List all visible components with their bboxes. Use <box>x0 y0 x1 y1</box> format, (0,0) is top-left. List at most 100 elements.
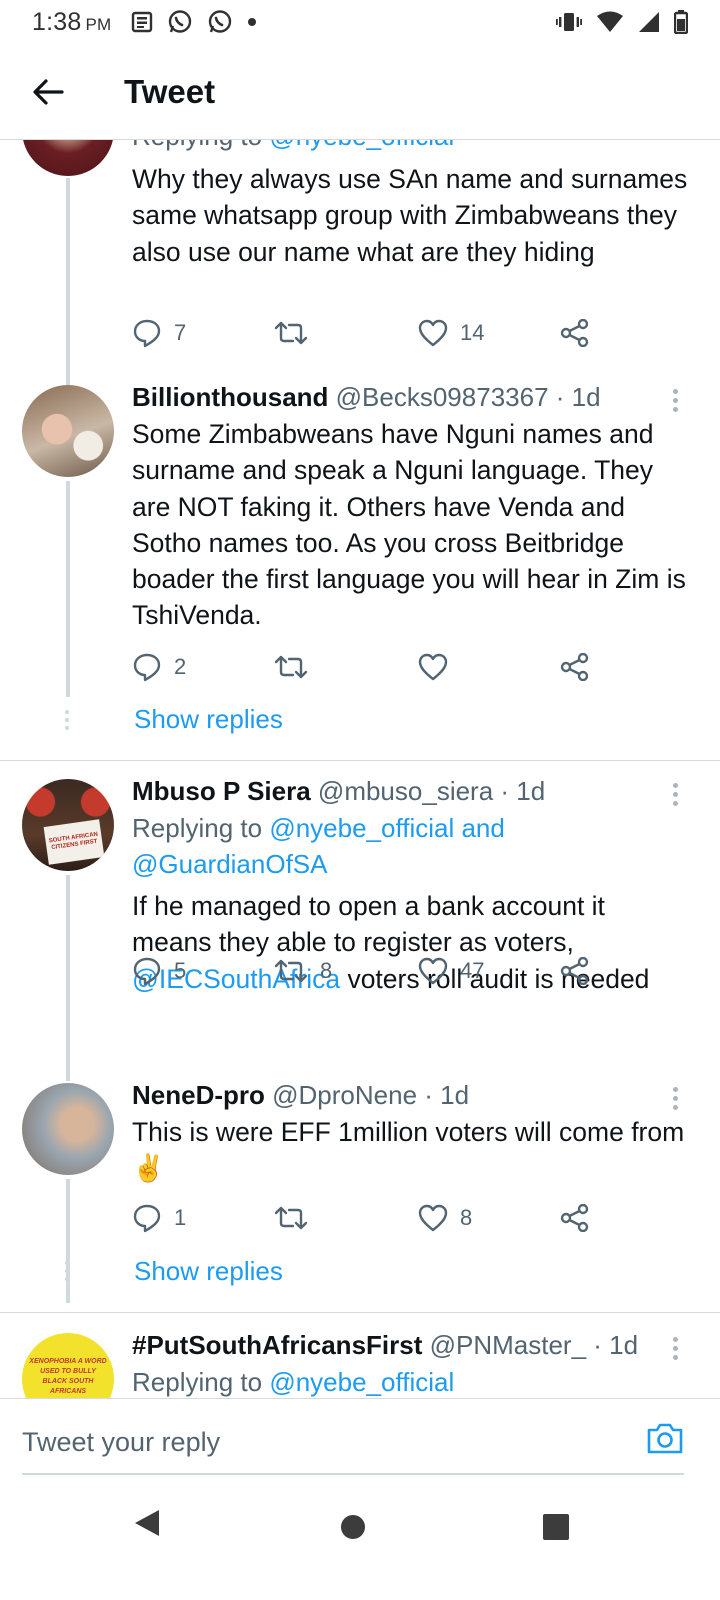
mention-link[interactable]: @nyebe_official <box>269 140 454 151</box>
reply-button[interactable]: 1 <box>132 1198 186 1238</box>
divider <box>0 1312 720 1313</box>
tweet-header: Billionthousand @Becks09873367 · 1d <box>132 380 688 414</box>
square-recents-icon <box>543 1514 569 1540</box>
tweet-header: Mbuso P Siera @mbuso_siera · 1d <box>132 774 688 808</box>
battery-icon <box>674 10 688 34</box>
timestamp: · 1d <box>593 1330 639 1360</box>
avatar[interactable] <box>22 140 114 176</box>
retweet-button[interactable] <box>274 1198 308 1238</box>
like-button[interactable] <box>418 647 448 687</box>
retweet-icon <box>274 321 308 345</box>
like-count: 14 <box>460 320 485 345</box>
handle[interactable]: @PNMaster_ <box>430 1330 586 1360</box>
tweet-text: This is were EFF 1million voters will co… <box>132 1117 685 1184</box>
camera-button[interactable] <box>646 1421 684 1460</box>
retweet-icon <box>274 1206 308 1230</box>
nav-home-button[interactable] <box>340 1514 366 1545</box>
retweet-button[interactable]: 8 <box>274 951 332 991</box>
display-name[interactable]: #PutSouthAfricansFirst <box>132 1330 422 1360</box>
input-underline <box>22 1473 684 1475</box>
replying-to: Replying to @nyebe_official and @Guardia… <box>132 813 505 879</box>
display-name[interactable]: Billionthousand <box>132 382 328 412</box>
display-name[interactable]: Mbuso P Siera <box>132 776 311 806</box>
tweet[interactable]: SOUTH AFRICAN CITIZENS FIRST Mbuso P Sie… <box>0 776 720 1081</box>
handle[interactable]: @mbuso_siera <box>318 776 493 806</box>
tweet[interactable]: NeneD-pro @DproNene · 1d This is were EF… <box>0 1080 720 1313</box>
reply-count: 2 <box>174 654 187 679</box>
tweet-feed[interactable]: Replying to @nyebe_official Why they alw… <box>0 140 720 1398</box>
avatar[interactable] <box>22 1083 114 1175</box>
share-button[interactable] <box>560 647 590 687</box>
like-button[interactable]: 14 <box>418 313 484 353</box>
thread-line <box>66 178 70 385</box>
tweet-header: NeneD-pro @DproNene · 1d <box>132 1078 688 1112</box>
reply-count: 1 <box>174 1205 187 1230</box>
timestamp: · 1d <box>424 1080 470 1110</box>
thread-line <box>66 481 70 697</box>
vibrate-icon <box>556 13 582 31</box>
timestamp: · 1d <box>500 776 546 806</box>
tweet-text: Some Zimbabweans have Nguni names and su… <box>132 419 686 631</box>
avatar[interactable]: XENOPHOBIA A WORD USED TO BULLY BLACK SO… <box>22 1333 114 1398</box>
nav-recents-button[interactable] <box>543 1514 569 1545</box>
heart-icon <box>418 1204 448 1232</box>
share-button[interactable] <box>560 951 590 991</box>
reply-button[interactable]: 5 <box>132 951 186 991</box>
status-time: 1:38 PM <box>32 7 112 36</box>
avatar-sign: SOUTH AFRICAN CITIZENS FIRST <box>43 819 105 865</box>
retweet-icon <box>274 959 308 983</box>
circle-home-icon <box>341 1515 365 1539</box>
share-icon <box>560 1204 589 1232</box>
replying-to: Replying to @nyebe_official <box>132 140 688 154</box>
wifi-icon <box>597 11 623 32</box>
retweet-button[interactable] <box>274 313 308 353</box>
like-button[interactable]: 8 <box>418 1198 472 1238</box>
camera-icon <box>647 1423 683 1454</box>
show-replies-link[interactable]: Show replies <box>134 1256 283 1287</box>
like-count: 47 <box>460 958 485 983</box>
reply-count: 5 <box>174 958 187 983</box>
tweet[interactable]: XENOPHOBIA A WORD USED TO BULLY BLACK SO… <box>0 1330 720 1398</box>
share-icon <box>560 319 589 347</box>
whatsapp-icon <box>209 10 232 33</box>
handle[interactable]: @DproNene <box>272 1080 417 1110</box>
page-title: Tweet <box>124 72 216 110</box>
signal-icon <box>639 12 659 32</box>
heart-icon <box>418 957 448 985</box>
display-name[interactable]: NeneD-pro <box>132 1080 265 1110</box>
reply-count: 7 <box>174 320 187 345</box>
system-nav-bar <box>0 1478 720 1600</box>
avatar[interactable] <box>22 385 114 477</box>
share-button[interactable] <box>560 313 590 353</box>
divider <box>0 760 720 761</box>
tweet[interactable]: Replying to @nyebe_official Why they alw… <box>0 140 720 385</box>
heart-icon <box>418 319 448 347</box>
reply-composer: Tweet your reply <box>0 1398 720 1478</box>
like-button[interactable]: 47 <box>418 951 484 991</box>
arrow-left-icon <box>33 78 64 105</box>
reply-input[interactable]: Tweet your reply <box>22 1427 220 1458</box>
share-icon <box>560 653 589 681</box>
thread-line <box>66 875 70 1081</box>
reply-button[interactable]: 7 <box>132 313 186 353</box>
replying-to: Replying to @nyebe_official <box>132 1367 455 1397</box>
retweet-icon <box>274 655 308 679</box>
nav-back-button[interactable] <box>133 1508 161 1543</box>
avatar[interactable]: SOUTH AFRICAN CITIZENS FIRST <box>22 779 114 871</box>
handle[interactable]: @Becks09873367 <box>336 382 549 412</box>
tweet-text: Why they always use SAn name and surname… <box>132 164 688 267</box>
retweet-count: 8 <box>320 958 333 983</box>
avatar-text: XENOPHOBIA A WORD USED TO BULLY BLACK SO… <box>29 1358 107 1395</box>
retweet-button[interactable] <box>274 647 308 687</box>
like-count: 8 <box>460 1205 473 1230</box>
mention-link[interactable]: @nyebe_official <box>269 1367 454 1397</box>
show-replies-link[interactable]: Show replies <box>134 704 283 735</box>
comment-icon <box>133 957 161 986</box>
back-button[interactable] <box>18 62 78 122</box>
tweet[interactable]: Billionthousand @Becks09873367 · 1d Some… <box>0 382 720 760</box>
reply-button[interactable]: 2 <box>132 647 186 687</box>
share-icon <box>560 957 589 985</box>
heart-icon <box>418 653 448 681</box>
share-button[interactable] <box>560 1198 590 1238</box>
status-bar: 1:38 PM <box>0 0 720 44</box>
